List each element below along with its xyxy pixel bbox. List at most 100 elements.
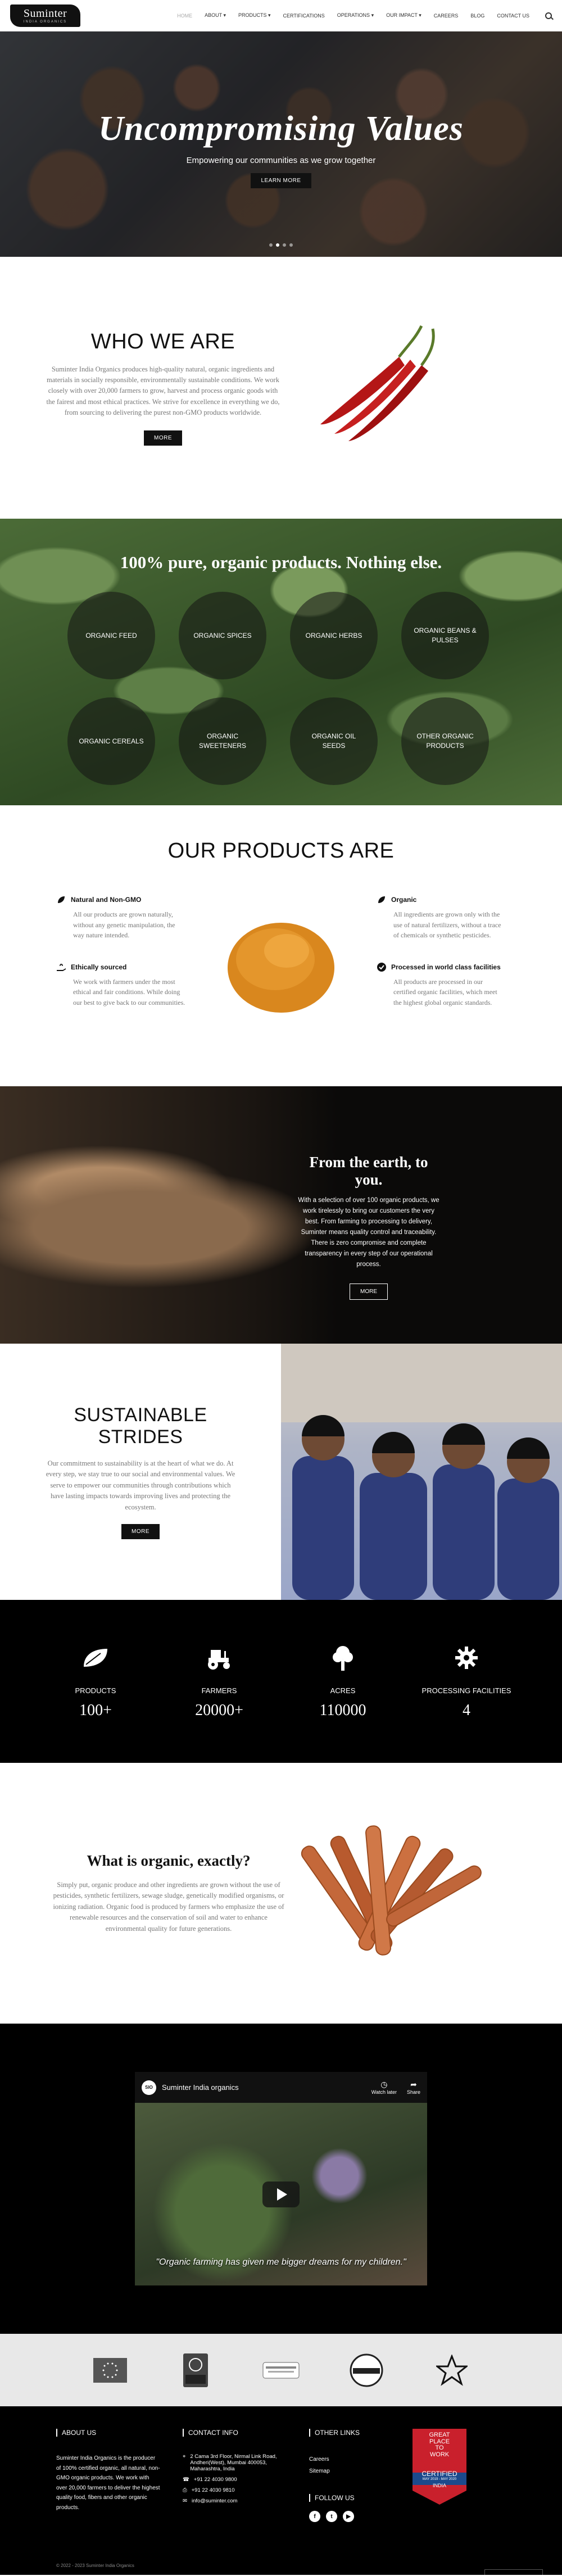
gptw-line: Great: [429, 2432, 450, 2438]
chili-peppers-image: [281, 303, 517, 472]
gptw-line: To: [435, 2445, 444, 2452]
slider-dot[interactable]: [276, 243, 279, 247]
our-products-are-section: OUR PRODUCTS ARE Natural and Non-GMO All …: [0, 805, 562, 1086]
earth-more-button[interactable]: MORE: [350, 1283, 388, 1300]
who-paragraph: Suminter India Organics produces high-qu…: [46, 365, 280, 417]
twitter-icon[interactable]: t: [326, 2511, 337, 2522]
category-organic-herbs[interactable]: ORGANIC HERBS: [290, 592, 378, 679]
share-icon: ➦: [410, 2080, 417, 2089]
share-button[interactable]: ➦ Share: [407, 2080, 420, 2095]
video-frame: "Organic farming has given me bigger dre…: [135, 2103, 427, 2285]
what-text: What is organic, exactly? Simply put, or…: [51, 1852, 287, 1934]
learn-more-button[interactable]: LEARN MORE: [251, 173, 311, 188]
nav-item-contact-us[interactable]: CONTACT US: [497, 13, 529, 19]
hero-subtitle: Empowering our communities as we grow to…: [186, 156, 376, 165]
youtube-embed[interactable]: SIO Suminter India organics ◷ Watch late…: [135, 2072, 427, 2285]
site-header: Suminter INDIA ORGANICS HOME ABOUT ▾ PRODU…: [0, 0, 562, 31]
what-paragraph: Simply put, organic produce and other in…: [53, 1881, 284, 1933]
nav-item-about[interactable]: ABOUT ▾: [205, 12, 226, 19]
site-footer: ABOUT US Suminter India Organics is the …: [0, 2406, 562, 2575]
turmeric-image: [214, 895, 348, 1030]
hero-content: Uncompromising Values Empowering our com…: [0, 109, 562, 188]
contact-line: ⌖ 2 Cama 3rd Floor, Nirmal Link Road, And…: [183, 2453, 287, 2472]
stat-label: ACRES: [330, 1686, 356, 1695]
chevron-down-icon: ▾: [221, 12, 226, 18]
who-we-are-section: WHO WE ARE Suminter India Organics produ…: [0, 257, 562, 519]
fair-trade-icon: [176, 2351, 215, 2390]
stat-label: PROCESSING FACILITIES: [422, 1686, 511, 1695]
nav-item-label: PRODUCTS: [238, 12, 267, 18]
category-organic-sweeteners[interactable]: ORGANIC SWEETENERS: [179, 697, 266, 785]
facebook-icon[interactable]: f: [309, 2511, 320, 2522]
video-title[interactable]: Suminter India organics: [162, 2083, 239, 2092]
nav-item-blog[interactable]: BLOG: [470, 13, 484, 19]
footer-link-careers[interactable]: Careers: [309, 2453, 413, 2465]
category-organic-feed[interactable]: ORGANIC FEED: [67, 592, 155, 679]
who-more-button[interactable]: MORE: [144, 430, 182, 446]
category-organic-cereals[interactable]: ORGANIC CEREALS: [67, 697, 155, 785]
mail-icon: ✉: [183, 2498, 187, 2504]
what-title: What is organic, exactly?: [87, 1852, 251, 1870]
stat-value: 20000+: [195, 1701, 243, 1719]
nav-item-products[interactable]: PRODUCTS ▾: [238, 12, 271, 19]
gptw-line: INDIA: [432, 2483, 446, 2489]
category-organic-beans-pulses[interactable]: ORGANIC BEANS & PULSES: [401, 592, 489, 679]
main-nav: HOME ABOUT ▾ PRODUCTS ▾ CERTIFICATIONS OPERA…: [177, 12, 552, 19]
chili-illustration: [320, 325, 435, 441]
feature-item: Natural and Non-GMO All our products are …: [56, 895, 185, 941]
fax-icon: ⎙: [183, 2487, 187, 2493]
earth-text: From the earth, to you. With a selection…: [296, 1154, 442, 1300]
nav-item-label: CAREERS: [433, 12, 459, 19]
nav-item-label: CONTACT US: [497, 12, 529, 19]
stats-section: PRODUCTS 100+ FARMERS 20000+ ACRES 110000 PROC…: [0, 1600, 562, 1763]
youtube-icon[interactable]: ▶: [343, 2511, 354, 2522]
feature-heading: Organic: [377, 895, 506, 905]
sustainable-more-button[interactable]: MORE: [121, 1523, 160, 1539]
logo[interactable]: Suminter INDIA ORGANICS: [10, 4, 80, 27]
chevron-down-icon: ▾: [417, 12, 422, 18]
nav-item-careers[interactable]: CAREERS: [434, 13, 459, 19]
location-icon: ⌖: [183, 2453, 186, 2460]
channel-avatar[interactable]: SIO: [142, 2080, 156, 2095]
stat-label: PRODUCTS: [75, 1686, 116, 1695]
footer-link-sitemap[interactable]: Sitemap: [309, 2465, 413, 2477]
certifications-strip: [0, 2334, 562, 2406]
slider-dot[interactable]: [269, 243, 273, 247]
feature-heading: Processed in world class facilities: [377, 962, 506, 972]
watch-later-button[interactable]: ◷ Watch later: [371, 2080, 397, 2095]
category-other-organic-products[interactable]: OTHER ORGANIC PRODUCTS: [401, 697, 489, 785]
eu-organic-icon: [90, 2351, 130, 2390]
chevron-down-icon: ▾: [370, 12, 374, 18]
category-organic-spices[interactable]: ORGANIC SPICES: [179, 592, 266, 679]
play-button[interactable]: [262, 2181, 300, 2207]
tractor-icon: [163, 1644, 275, 1672]
nav-item-label: OUR IMPACT: [386, 12, 418, 18]
nav-item-home[interactable]: HOME: [177, 13, 192, 19]
slider-dot[interactable]: [289, 243, 293, 247]
nav-item-label: BLOG: [470, 12, 485, 19]
children-photo: [281, 1344, 562, 1600]
nav-item-our-impact[interactable]: OUR IMPACT ▾: [386, 12, 422, 19]
feature-text: All ingredients are grown only with the …: [393, 910, 501, 940]
contact-text: info@suminter.com: [191, 2498, 238, 2504]
feature-item: Ethically sourced We work with farmers un…: [56, 962, 185, 1008]
leaf-icon: [377, 895, 387, 905]
nav-item-operations[interactable]: OPERATIONS ▾: [337, 12, 374, 19]
category-organic-oil-seeds[interactable]: ORGANIC OIL SEEDS: [290, 697, 378, 785]
nav-item-certifications[interactable]: CERTIFICATIONS: [283, 13, 325, 19]
footer-contact: CONTACT INFO ⌖ 2 Cama 3rd Floor, Nirmal L…: [183, 2429, 287, 2522]
what-is-organic-section: What is organic, exactly? Simply put, or…: [0, 1763, 562, 2024]
chevron-down-icon: ▾: [266, 12, 271, 18]
logo-text: Suminter: [23, 7, 67, 20]
earth-title: From the earth, to you.: [309, 1154, 428, 1188]
nav-item-label: CERTIFICATIONS: [283, 12, 325, 19]
phone-icon: ☎: [183, 2477, 189, 2483]
feature-text: All our products are grown naturally, wi…: [73, 910, 175, 940]
slider-dot[interactable]: [283, 243, 286, 247]
search-icon[interactable]: [545, 12, 552, 19]
leaf-icon: [39, 1644, 152, 1672]
star-icon: [432, 2351, 472, 2390]
sustainable-title: SUSTAINABLE STRIDES: [74, 1404, 207, 1448]
nav-item-label: HOME: [177, 12, 193, 19]
feature-heading: Ethically sourced: [56, 962, 185, 972]
